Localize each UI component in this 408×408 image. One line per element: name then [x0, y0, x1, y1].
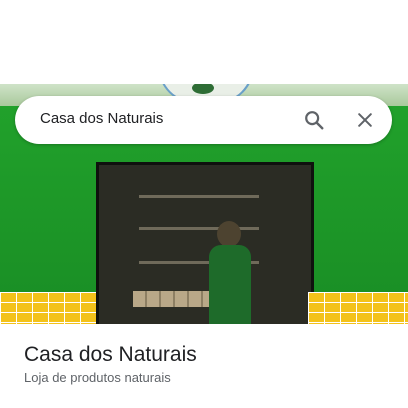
search-input[interactable]: Casa dos Naturais: [40, 110, 163, 127]
yellow-tiles-right: [308, 292, 408, 324]
person-head: [217, 221, 241, 247]
shelf: [139, 195, 259, 198]
search-bar[interactable]: Casa dos Naturais: [15, 96, 392, 144]
place-category: Loja de produtos naturais: [24, 370, 171, 385]
shelf: [139, 227, 259, 230]
search-button[interactable]: [298, 104, 330, 136]
close-button[interactable]: [349, 104, 381, 136]
place-info-panel[interactable]: Casa dos Naturais Loja de produtos natur…: [0, 324, 408, 408]
top-blank-area: [0, 0, 408, 84]
place-name: Casa dos Naturais: [24, 343, 197, 366]
search-icon: [305, 111, 324, 130]
product-boxes: [133, 291, 213, 307]
close-icon: [358, 113, 372, 127]
store-entrance: [96, 162, 314, 324]
person-body: [209, 245, 251, 324]
yellow-tiles-left: [0, 292, 96, 324]
